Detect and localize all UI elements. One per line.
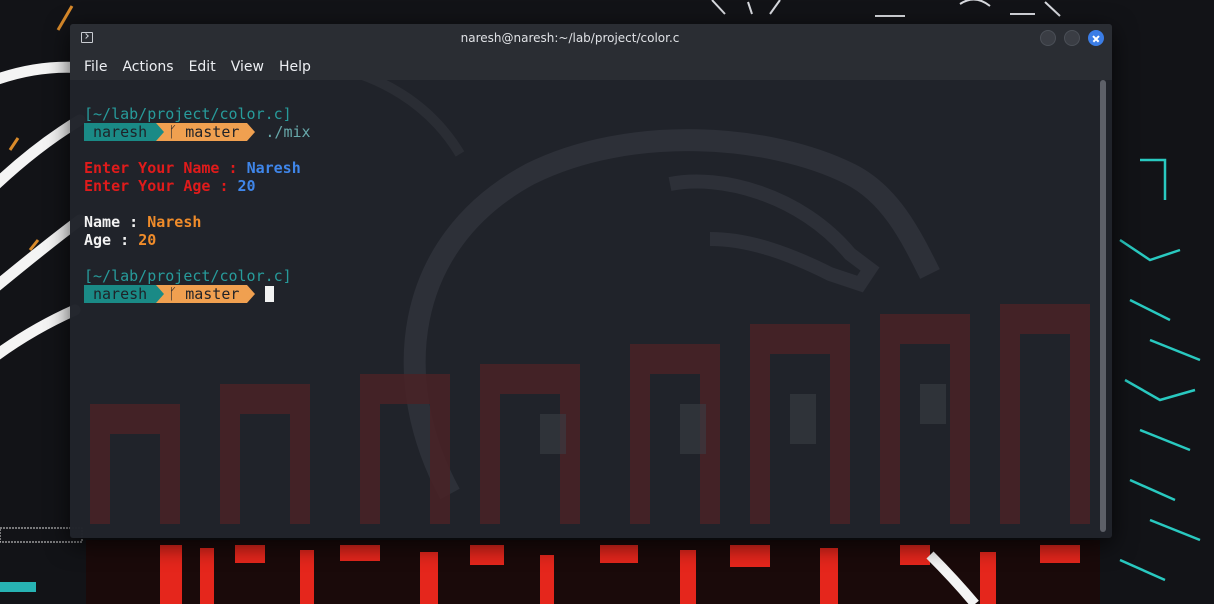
name-prompt: Enter Your Name :: [84, 159, 247, 177]
output-line: Age : 20: [84, 231, 156, 249]
output-line: Enter Your Name : Naresh: [84, 159, 301, 177]
name-value: Naresh: [147, 213, 202, 231]
powerline-separator: [156, 123, 165, 141]
prompt-line: naresh ᚴ master: [84, 285, 275, 303]
text-cursor[interactable]: [265, 286, 275, 302]
command-text: ./mix: [265, 123, 311, 141]
menu-view[interactable]: View: [225, 55, 270, 79]
prompt-line: naresh ᚴ master ./mix: [84, 123, 311, 141]
terminal-output[interactable]: [~/lab/project/color.c] naresh ᚴ master .…: [70, 80, 1098, 538]
age-label: Age :: [84, 231, 139, 249]
prompt-branch: ᚴ master: [164, 123, 248, 141]
powerline-separator: [247, 123, 256, 141]
scrollbar[interactable]: [1099, 80, 1107, 534]
powerline-separator: [156, 285, 165, 303]
menu-file[interactable]: File: [78, 55, 113, 79]
scrollbar-thumb[interactable]: [1100, 80, 1106, 532]
git-branch-icon: ᚴ: [168, 123, 178, 141]
close-button[interactable]: [1088, 30, 1104, 46]
maximize-button[interactable]: [1064, 30, 1080, 46]
prompt-path: [~/lab/project/color.c]: [84, 105, 292, 123]
branch-name: master: [185, 123, 240, 141]
prompt-user: naresh: [84, 285, 157, 303]
powerline-separator: [247, 285, 256, 303]
prompt-branch: ᚴ master: [164, 285, 248, 303]
output-line: Enter Your Age : 20: [84, 177, 256, 195]
age-prompt: Enter Your Age :: [84, 177, 238, 195]
menu-bar: File Actions Edit View Help: [70, 54, 1112, 80]
name-input: Naresh: [246, 159, 301, 177]
age-input: 20: [237, 177, 256, 195]
menu-edit[interactable]: Edit: [183, 55, 222, 79]
output-line: Name : Naresh: [84, 213, 201, 231]
title-bar[interactable]: naresh@naresh:~/lab/project/color.c: [70, 24, 1112, 54]
prompt-user: naresh: [84, 123, 157, 141]
menu-help[interactable]: Help: [273, 55, 317, 79]
menu-actions[interactable]: Actions: [116, 55, 179, 79]
age-value: 20: [138, 231, 157, 249]
git-branch-icon: ᚴ: [168, 285, 178, 303]
name-label: Name :: [84, 213, 148, 231]
minimize-button[interactable]: [1040, 30, 1056, 46]
window-title: naresh@naresh:~/lab/project/color.c: [460, 31, 680, 45]
branch-name: master: [185, 285, 240, 303]
terminal-window: naresh@naresh:~/lab/project/color.c File…: [70, 24, 1112, 538]
prompt-path: [~/lab/project/color.c]: [84, 267, 292, 285]
